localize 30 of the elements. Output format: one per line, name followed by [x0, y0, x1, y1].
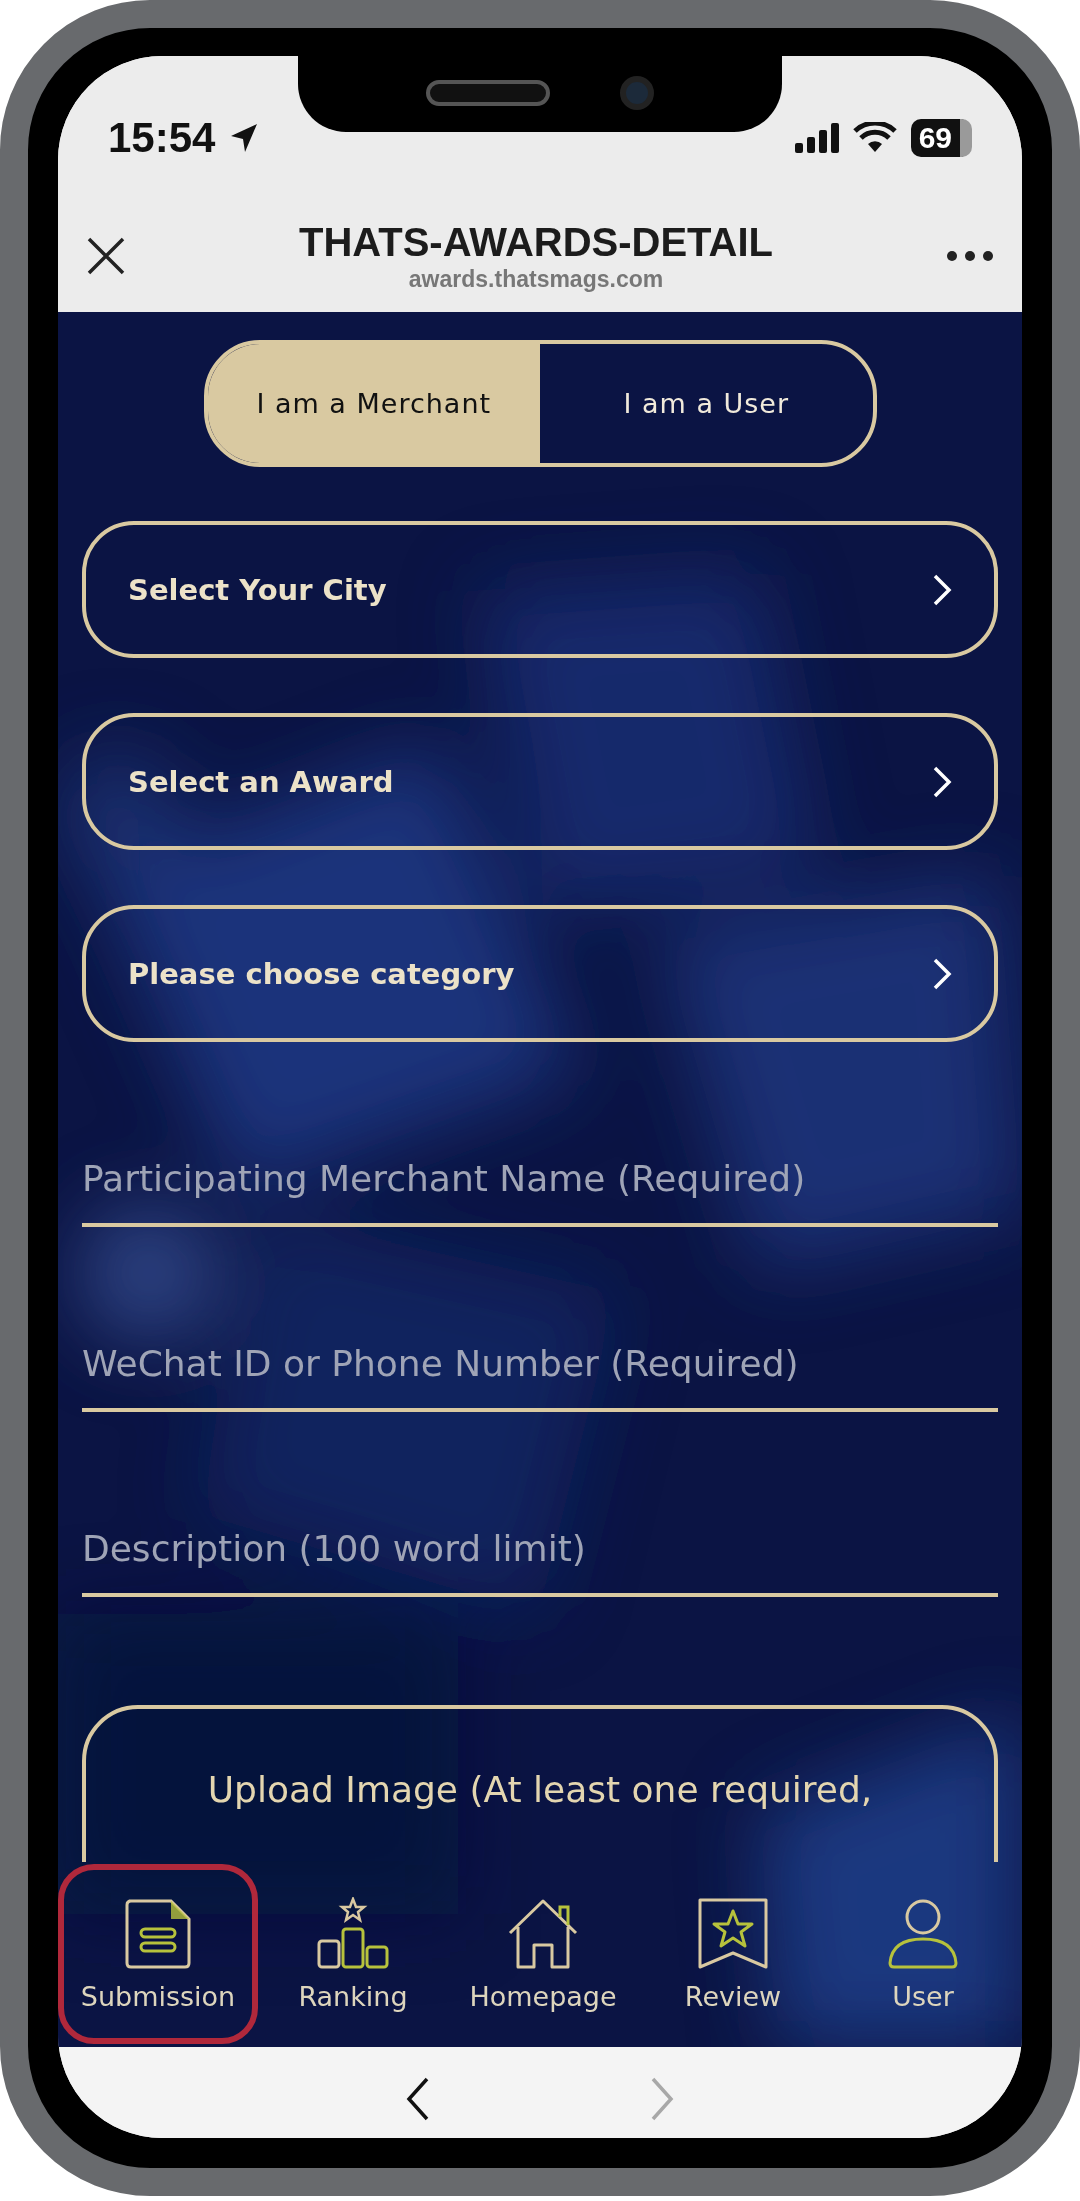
upload-label: Upload Image (At least one required, [207, 1769, 873, 1812]
text-field[interactable]: Participating Merchant Name (Required) [82, 1097, 998, 1227]
page-url: awards.thatsmags.com [408, 265, 664, 293]
chevron-right-icon [932, 764, 952, 799]
more-icon[interactable] [946, 250, 994, 262]
tab-bar-item[interactable]: Homepage [448, 1877, 638, 2030]
status-time: 15:54 [108, 114, 216, 162]
location-arrow-icon [229, 122, 260, 154]
battery-indicator: 69 [910, 119, 972, 157]
signal-icon [794, 123, 839, 153]
page-title: THATS-AWARDS-DETAIL [299, 219, 773, 265]
bookmark-star-icon [696, 1897, 770, 1971]
chevron-right-icon [932, 956, 952, 991]
home-icon [506, 1897, 580, 1971]
tab-bar-item[interactable]: Review [638, 1877, 828, 2030]
user-icon [886, 1897, 960, 1971]
text-field[interactable]: Description (100 word limit) [82, 1467, 998, 1597]
select-field[interactable]: Select an Award [82, 713, 998, 850]
back-icon[interactable] [406, 2077, 430, 2121]
role-tab[interactable]: I am a User [540, 344, 873, 463]
podium-icon [316, 1897, 390, 1971]
select-field[interactable]: Select Your City [82, 521, 998, 658]
close-icon[interactable] [86, 236, 126, 276]
role-tab[interactable]: I am a Merchant [207, 344, 540, 463]
chevron-right-icon [932, 572, 952, 607]
select-field[interactable]: Please choose category [82, 905, 998, 1042]
text-field[interactable]: WeChat ID or Phone Number (Required) [82, 1282, 998, 1412]
wifi-icon [852, 122, 897, 154]
tab-bar-item[interactable]: Ranking [258, 1877, 448, 2030]
tab-bar-item[interactable]: Submission [58, 1863, 258, 2044]
